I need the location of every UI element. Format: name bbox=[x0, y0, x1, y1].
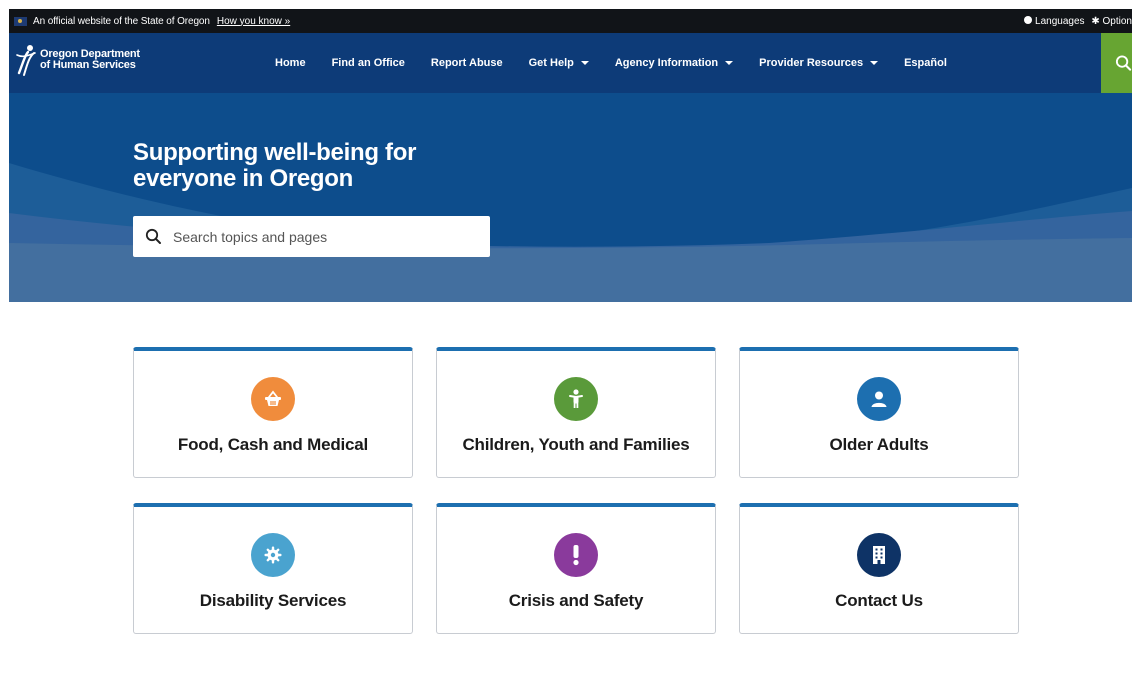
nav-find-an-office-label: Find an Office bbox=[331, 57, 405, 69]
nav-provider-resources[interactable]: Provider Resources bbox=[759, 57, 879, 69]
nav-get-help[interactable]: Get Help bbox=[529, 57, 589, 69]
logo-text: Oregon Department of Human Services bbox=[40, 49, 140, 71]
logo-line-2: of Human Services bbox=[40, 59, 136, 71]
card-label: Older Adults bbox=[829, 435, 929, 454]
nav-provider-resources-label: Provider Resources bbox=[759, 57, 864, 69]
nav-report-abuse-label: Report Abuse bbox=[430, 57, 503, 69]
nav-find-an-office[interactable]: Find an Office bbox=[332, 57, 405, 69]
nav-espanol-label: Español bbox=[904, 57, 947, 69]
card-label: Children, Youth and Families bbox=[462, 435, 690, 454]
nav-espanol[interactable]: Español bbox=[904, 57, 947, 69]
card-label: Contact Us bbox=[835, 591, 923, 610]
person-icon bbox=[857, 377, 901, 421]
card-label: Crisis and Safety bbox=[508, 591, 644, 610]
card-food-cash-medical[interactable]: Food, Cash and Medical bbox=[133, 347, 413, 478]
gear-icon: ✱ bbox=[1091, 15, 1100, 27]
chevron-down-icon bbox=[580, 61, 589, 65]
card-disability-services[interactable]: Disability Services bbox=[133, 503, 413, 634]
basket-icon bbox=[251, 377, 295, 421]
site-header: Oregon Department of Human Services Home… bbox=[9, 33, 1132, 93]
official-website-text: An official website of the State of Oreg… bbox=[33, 15, 210, 27]
options-label: Option bbox=[1102, 15, 1132, 27]
official-banner: An official website of the State of Oreg… bbox=[9, 9, 1132, 33]
card-children-youth-families[interactable]: Children, Youth and Families bbox=[436, 347, 716, 478]
chevron-down-icon bbox=[870, 61, 879, 65]
hero-banner: Supporting well-being for everyone in Or… bbox=[9, 93, 1132, 302]
header-search-button[interactable] bbox=[1101, 33, 1132, 93]
hero-search-input[interactable] bbox=[171, 227, 475, 246]
hero-wave-background bbox=[9, 163, 1132, 302]
gear-icon bbox=[251, 533, 295, 577]
odhs-logo-icon bbox=[16, 45, 36, 76]
card-crisis-and-safety[interactable]: Crisis and Safety bbox=[436, 503, 716, 634]
card-label: Food, Cash and Medical bbox=[177, 435, 369, 454]
card-older-adults[interactable]: Older Adults bbox=[739, 347, 1019, 478]
options-button[interactable]: ✱ Option bbox=[1091, 16, 1132, 27]
child-icon bbox=[554, 377, 598, 421]
hero-title-line-1: Supporting well-being for bbox=[133, 139, 417, 166]
chevron-down-icon bbox=[725, 61, 734, 65]
card-label: Disability Services bbox=[199, 591, 347, 610]
nav-report-abuse[interactable]: Report Abuse bbox=[431, 57, 503, 69]
hero-title-line-2: everyone in Oregon bbox=[133, 165, 353, 192]
nav-get-help-label: Get Help bbox=[528, 57, 574, 69]
main-navigation: Home Find an Office Report Abuse Get Hel… bbox=[275, 33, 947, 93]
hero-title: Supporting well-being for everyone in Or… bbox=[133, 140, 493, 192]
languages-button[interactable]: Languages bbox=[1024, 15, 1085, 27]
globe-icon bbox=[1024, 15, 1033, 24]
hero-search-box[interactable] bbox=[133, 216, 490, 257]
nav-agency-information-label: Agency Information bbox=[614, 57, 719, 69]
card-contact-us[interactable]: Contact Us bbox=[739, 503, 1019, 634]
nav-agency-information[interactable]: Agency Information bbox=[614, 57, 734, 69]
oregon-flag-icon bbox=[14, 16, 27, 26]
how-you-know-link[interactable]: How you know » bbox=[217, 16, 290, 27]
exclamation-icon bbox=[554, 533, 598, 577]
search-icon bbox=[145, 228, 161, 244]
browser-viewport: An official website of the State of Oreg… bbox=[9, 9, 1132, 682]
building-icon bbox=[857, 533, 901, 577]
search-icon bbox=[1115, 55, 1132, 71]
languages-label: Languages bbox=[1035, 15, 1085, 27]
nav-home-label: Home bbox=[275, 57, 306, 69]
nav-home[interactable]: Home bbox=[275, 57, 306, 69]
